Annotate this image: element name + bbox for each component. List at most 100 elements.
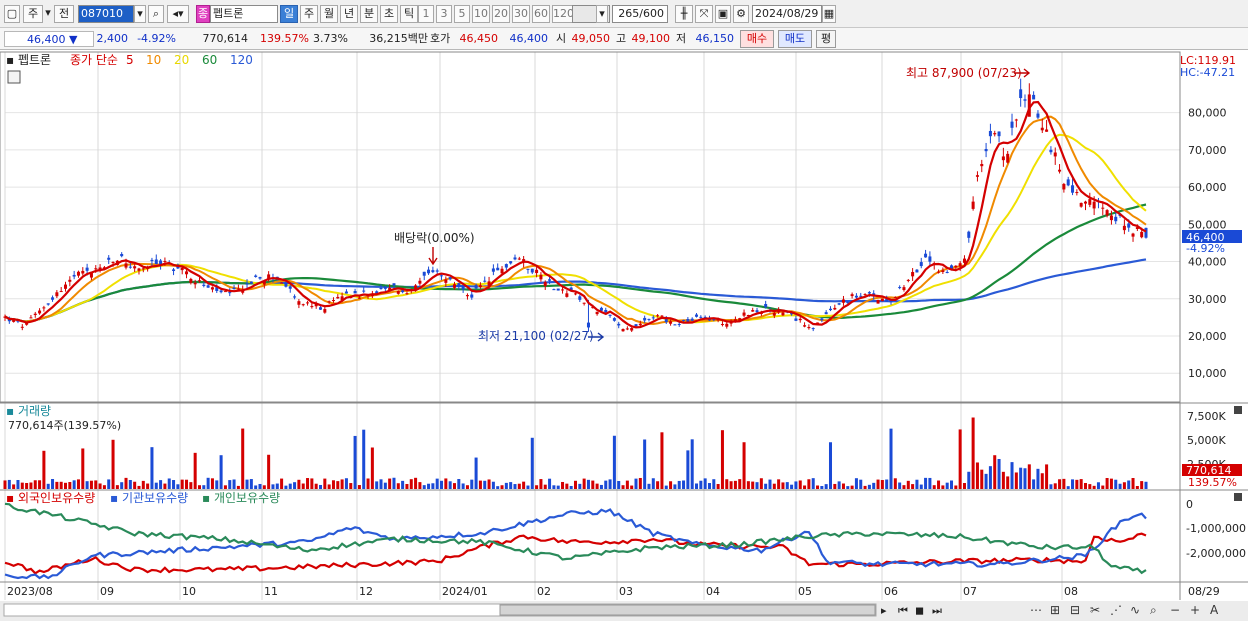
volume-bar [660, 432, 664, 489]
period-button-6[interactable]: 틱 [400, 5, 418, 23]
trend-tool-icon[interactable]: ⋰ [1110, 603, 1122, 617]
save-icon[interactable]: ▣ [715, 5, 731, 23]
volume-bar [686, 450, 690, 489]
volume-bar [210, 478, 214, 489]
volume-bar [94, 480, 98, 489]
stop-icon[interactable]: ◼ [915, 604, 924, 617]
candle-body [197, 280, 201, 282]
x-right-label: 08/29 [1188, 585, 1220, 598]
volume-bar [370, 447, 374, 489]
candle-body [656, 315, 660, 317]
date-field[interactable]: 2024/08/29 [752, 5, 822, 23]
split-tool-icon[interactable]: ⊟ [1070, 603, 1080, 617]
first-icon[interactable]: ⏮ [898, 604, 908, 617]
gear-icon[interactable]: ⚙ [733, 5, 749, 23]
high-annotation: 최고 87,900 (07/23) [906, 66, 1022, 80]
holdings-legend-2: ▪ 개인보유수량 [202, 491, 280, 505]
candle-type-icon[interactable]: ╫ [675, 5, 693, 23]
period-button-3[interactable]: 년 [340, 5, 358, 23]
interval-button-10[interactable]: 10 [472, 5, 490, 23]
candle-body [1006, 153, 1010, 163]
candle-body [1079, 202, 1083, 207]
period-button-5[interactable]: 초 [380, 5, 398, 23]
volume-close-icon[interactable] [1234, 406, 1242, 414]
period-button-1[interactable]: 주 [300, 5, 318, 23]
code-dropdown-icon[interactable]: ▾ [134, 5, 146, 23]
stock-code-input[interactable]: 087010 [78, 5, 134, 23]
interval-button-60[interactable]: 60 [532, 5, 550, 23]
interval-dropdown-icon[interactable]: ▾ [596, 5, 608, 23]
dropdown-icon[interactable]: ▾ [44, 5, 52, 23]
volume-bar [141, 480, 145, 489]
sell-button[interactable]: 매도 [778, 30, 812, 48]
period-button-0[interactable]: 일 [280, 5, 298, 23]
low-price: 46,150 [695, 32, 735, 45]
volume-bar [733, 480, 737, 489]
text-tool-icon[interactable]: A [1210, 603, 1219, 617]
eval-button[interactable]: 평 [816, 30, 836, 48]
volume-bar [707, 483, 711, 489]
volume-bar [42, 450, 46, 489]
buy-button[interactable]: 매수 [740, 30, 774, 48]
interval-button-120[interactable]: 120 [552, 5, 574, 23]
volume-bar [318, 484, 323, 489]
search-icon[interactable]: ⌕ [148, 5, 164, 23]
volume-bar [418, 482, 422, 489]
zoom-in-icon[interactable]: + [1190, 603, 1200, 617]
sound-icon[interactable]: ◂▾ [167, 5, 189, 23]
candle-body [664, 319, 668, 323]
interval-button-1[interactable]: 1 [418, 5, 434, 23]
volume-bar [962, 483, 966, 489]
candle-body [1019, 89, 1023, 99]
data-count-value: 265 [618, 7, 640, 20]
volume-bar [20, 482, 24, 489]
period-button-4[interactable]: 분 [360, 5, 378, 23]
volume-bar [833, 483, 837, 489]
volume-info: 770,614주(139.57%) [8, 419, 121, 432]
scroll-right-icon[interactable]: ▸ [881, 604, 887, 617]
candle-body [405, 293, 409, 295]
volume-bar [924, 477, 928, 489]
volume-bar [755, 482, 759, 489]
candle-body [444, 279, 448, 283]
volume-bar [803, 485, 807, 489]
volume-bar [306, 478, 310, 489]
interval-button-30[interactable]: 30 [512, 5, 530, 23]
candle-body [924, 253, 928, 258]
volume-bar [38, 480, 42, 489]
zoom-icon[interactable]: ⌕ [1150, 603, 1157, 617]
interval-button-5[interactable]: 5 [454, 5, 470, 23]
candle-body [535, 269, 539, 274]
holdings-tick-label: -2,000,000 [1186, 547, 1246, 560]
current-price: 46,400 ▼ [4, 31, 94, 47]
volume-bar [565, 483, 569, 489]
candle-body [1140, 231, 1144, 238]
volume-bar [824, 484, 828, 489]
chart-area[interactable]: 10,000 20,000 30,000 40,000 50,000 60,000 70,0… [0, 50, 1248, 621]
cut-tool-icon[interactable]: ✂ [1090, 603, 1100, 617]
compare-icon[interactable]: ⤧ [695, 5, 713, 23]
volume-bar [975, 462, 979, 489]
data-count-field[interactable]: 265/600 [612, 5, 668, 23]
interval-button-20[interactable]: 20 [492, 5, 510, 23]
chart-menu-icon[interactable]: ▢ [4, 5, 20, 23]
scroll-thumb[interactable] [499, 604, 876, 616]
period-button-2[interactable]: 월 [320, 5, 338, 23]
zoom-out-icon[interactable]: − [1170, 603, 1180, 617]
stock-name-field[interactable]: 펩트론 [210, 5, 278, 23]
calendar-icon[interactable]: ▦ [822, 5, 836, 23]
grid-tool-icon[interactable]: ⊞ [1050, 603, 1060, 617]
holdings-close-icon[interactable] [1234, 493, 1242, 501]
last-icon[interactable]: ⏭ [932, 604, 942, 617]
line-tool-icon[interactable]: ⋯ [1030, 603, 1042, 617]
interval-button-3[interactable]: 3 [436, 5, 452, 23]
period-toggle-button[interactable]: 주 [23, 5, 43, 23]
x-tick-label: 2023/08 [7, 585, 53, 598]
volume-bar [937, 480, 941, 489]
prev-button[interactable]: 전 [54, 5, 74, 23]
wave-tool-icon[interactable]: ∿ [1130, 603, 1140, 617]
table-icon[interactable] [7, 70, 21, 84]
volume-bar [3, 480, 7, 489]
volume-bar [582, 478, 586, 489]
candle-body [695, 314, 699, 317]
